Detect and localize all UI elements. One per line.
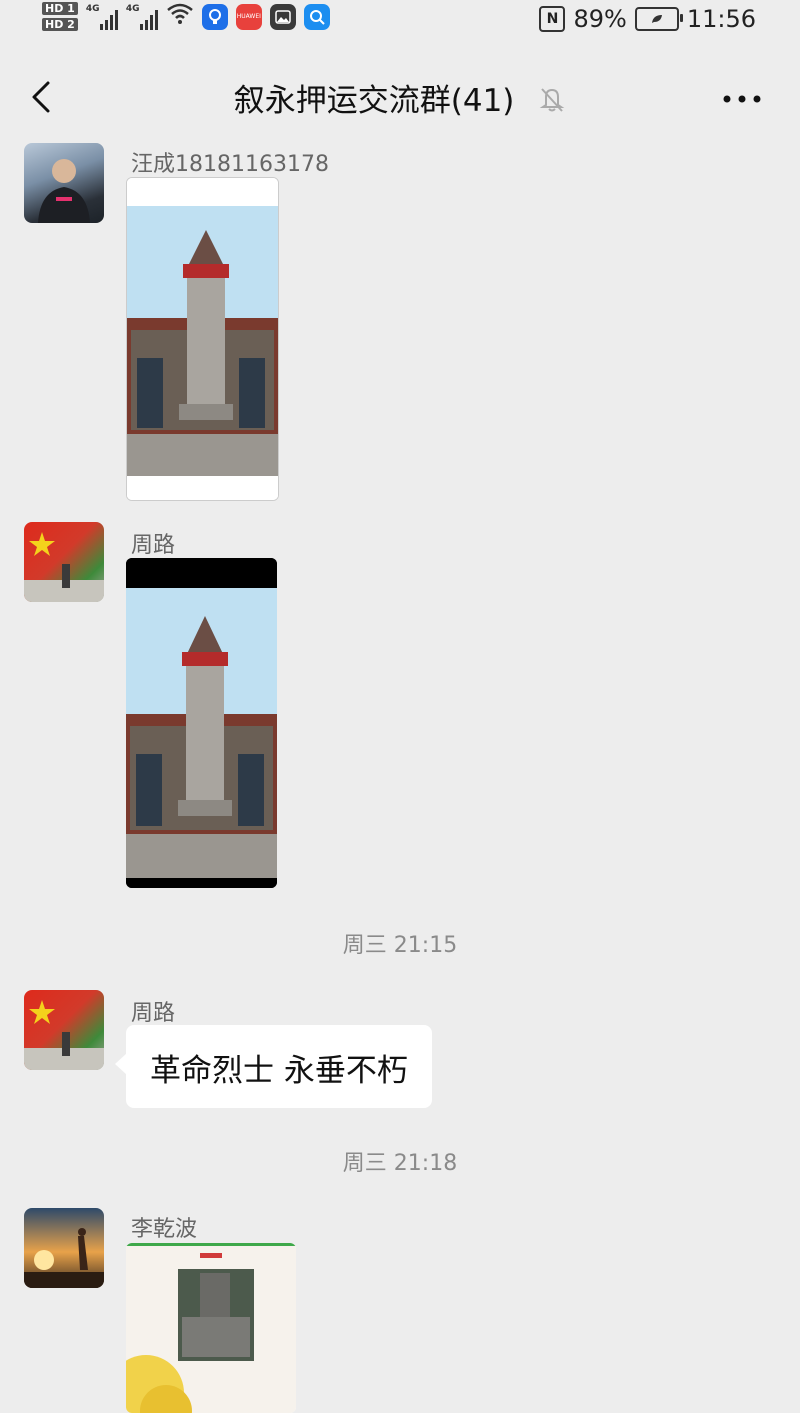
battery-percent: 89% [573,5,627,33]
timestamp: 周三 21:15 [342,933,458,958]
more-options-button[interactable] [722,83,762,104]
sim1-label: HD 1 [42,2,78,15]
avatar[interactable] [24,143,104,223]
chat-header: 叙永押运交流群(41) [0,55,800,140]
net2-label: 4G [125,3,140,14]
gallery-app-icon [269,3,296,30]
image-message[interactable] [126,1243,296,1413]
clock: 11:56 [686,5,756,33]
avatar[interactable] [24,522,104,602]
huawei-app-icon: HUAWEI [235,3,262,30]
message-text: 革命烈士 永垂不朽 [150,1053,408,1089]
more-icon [723,95,761,103]
wifi-icon [166,2,194,31]
sender-name: 汪成18181163178 [131,152,329,177]
search-app-icon [303,3,330,30]
tips-app-icon [201,3,228,30]
net1-label: 4G [85,3,100,14]
image-message[interactable] [126,558,277,888]
sender-name: 周路 [131,1001,176,1026]
image-message[interactable] [126,177,279,501]
avatar[interactable] [24,990,104,1070]
status-bar: HD 1 HD 2 4G 4G HUAWEI N 89% 11:56 [0,0,800,42]
chat-title: 叙永押运交流群(41) [233,83,515,119]
sim-indicator: HD 1 HD 2 [42,2,78,31]
mute-icon [538,85,566,121]
timestamp: 周三 21:18 [342,1151,458,1176]
signal-icon: 4G [86,4,118,30]
sender-name: 李乾波 [131,1217,198,1242]
huawei-label: HUAWEI [236,13,261,20]
message-bubble[interactable]: 革命烈士 永垂不朽 [115,1025,432,1108]
signal-icon: 4G [126,4,158,30]
nfc-icon: N [539,6,566,32]
sim2-label: HD 2 [42,18,78,31]
battery-icon [634,7,683,31]
nfc-label: N [546,11,559,27]
avatar[interactable] [24,1208,104,1288]
sender-name: 周路 [131,533,176,558]
